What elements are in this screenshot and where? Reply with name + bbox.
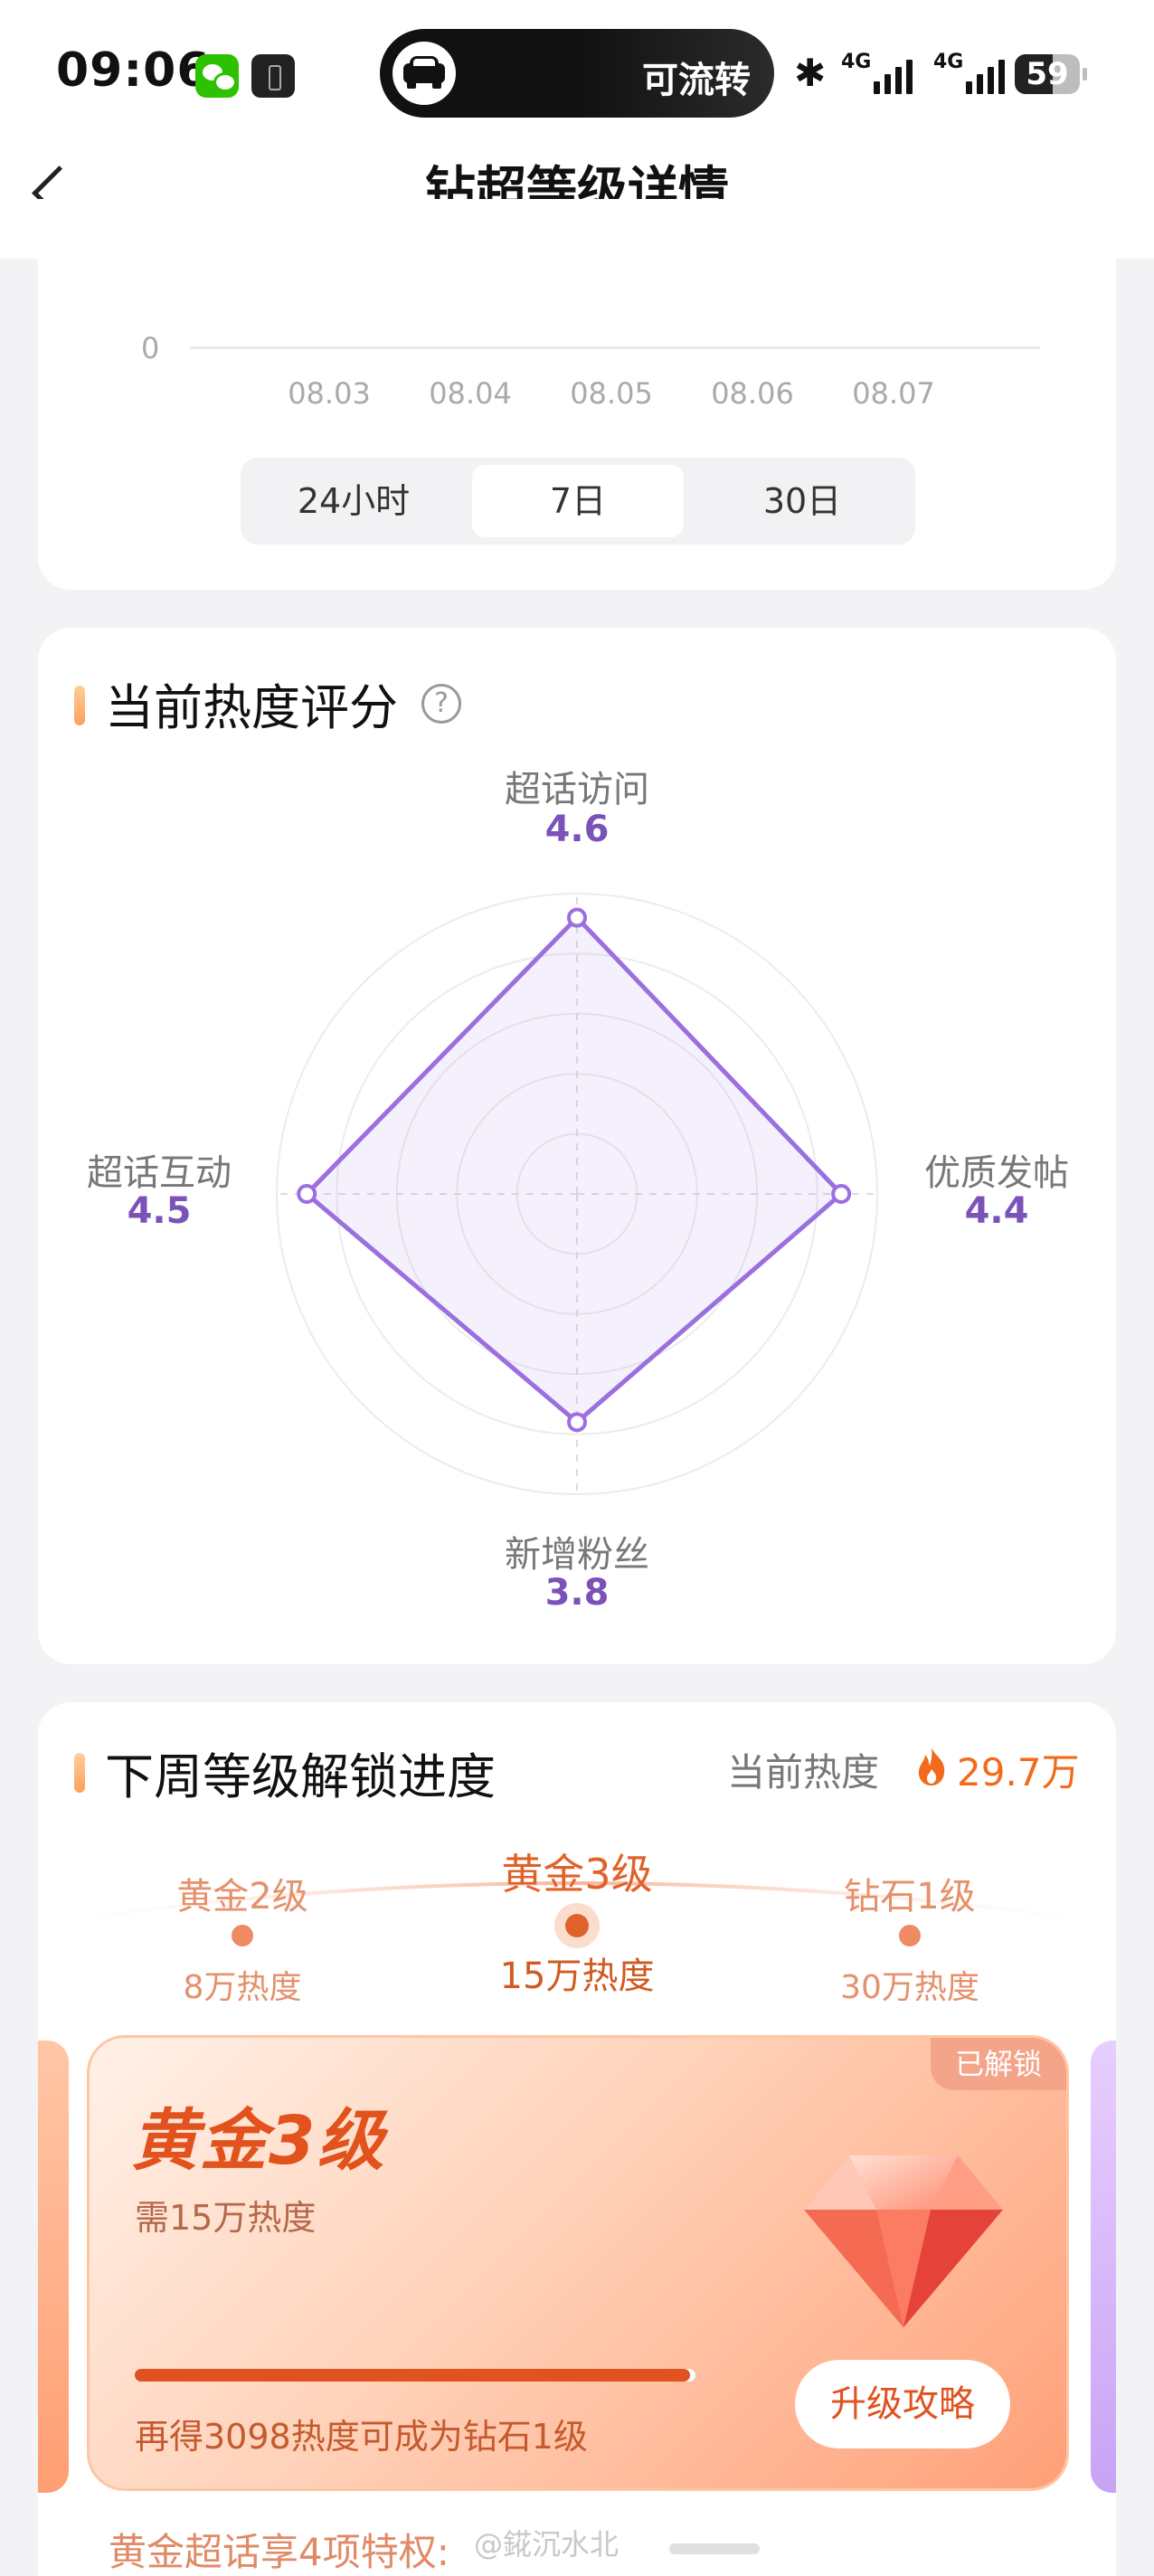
range-24h-tab[interactable]: 24小时 [250, 465, 458, 537]
level-requirement: 30万热度 [840, 1969, 979, 2006]
previous-level-card[interactable] [38, 2041, 69, 2493]
radar-value-label: 3.8 [544, 1572, 610, 1614]
x-tick: 08.03 [288, 376, 371, 411]
level-card-requirement: 需15万热度 [135, 2198, 317, 2238]
range-7d-tab[interactable]: 7日 [472, 465, 684, 537]
dynamic-island-pill[interactable]: 可流转 [380, 29, 774, 118]
help-icon[interactable]: ? [421, 684, 461, 724]
pill-label: 可流转 [642, 60, 751, 101]
radar-value-label: 4.4 [964, 1190, 1029, 1232]
section-marker [74, 686, 85, 725]
current-heat-label: 当前热度 [727, 1750, 880, 1795]
car-icon [393, 42, 456, 105]
flame-icon [918, 1747, 945, 1785]
radar-chart [276, 893, 878, 1495]
level-progress-hint: 再得3098热度可成为钻石1级 [135, 2417, 588, 2457]
x-tick: 08.05 [570, 376, 653, 411]
x-tick: 08.04 [429, 376, 512, 411]
next-level-card[interactable] [1091, 2041, 1116, 2493]
unlock-progress-title: 下周等级解锁进度 [105, 1748, 496, 1805]
clock: 09:06 [56, 43, 211, 98]
range-selector: 24小时 7日 30日 [241, 458, 915, 545]
x-tick: 08.07 [852, 376, 935, 411]
level-progress-fill [135, 2369, 690, 2382]
level-dot [899, 1925, 921, 1946]
radar-series-area [304, 915, 844, 1425]
radar-point [831, 1184, 852, 1204]
level-name: 黄金2级 [176, 1876, 308, 1918]
privilege-heading: 黄金超话享4项特权: [109, 2530, 449, 2574]
x-tick: 08.06 [711, 376, 794, 411]
radar-point [297, 1184, 317, 1204]
watermark-line [669, 2543, 760, 2554]
heat-score-title: 当前热度评分 [105, 679, 398, 736]
status-bar: 09:06 可流转 ✱ 4G 4G 59 [0, 0, 1154, 145]
battery-icon: 59 [1015, 54, 1087, 94]
heat-score-card: 当前热度评分 ? 超话访问 4.6 优质发帖 4.4 新增粉丝 3.8 超话互动… [38, 628, 1116, 1664]
radar-point [567, 1412, 587, 1433]
level-dot-current [554, 1903, 600, 1948]
app-icon [251, 54, 295, 98]
trend-chart-card: 0 08.03 08.04 08.05 08.06 08.07 24小时 7日 … [38, 199, 1116, 590]
bluetooth-icon: ✱ [794, 51, 827, 95]
range-30d-tab[interactable]: 30日 [698, 465, 906, 537]
y-axis-zero: 0 [141, 331, 160, 365]
unlocked-badge: 已解锁 [931, 2038, 1066, 2090]
level-card[interactable]: 已解锁 黄金3级 需15万热度 再得3098热度可成为钻石1级 升级攻略 [87, 2035, 1069, 2491]
radar-point [567, 907, 587, 928]
wechat-icon [195, 54, 239, 98]
radar-axis-label: 超话互动 [87, 1152, 232, 1194]
radar-value-label: 4.6 [544, 809, 610, 850]
radar-axis-label: 超话访问 [505, 769, 649, 810]
watermark: @錵沉水北 [474, 2527, 620, 2562]
level-card-title: 黄金3级 [131, 2102, 386, 2180]
signal-icon: 4G [841, 51, 928, 98]
level-requirement-current: 15万热度 [499, 1956, 655, 1997]
signal-icon: 4G [933, 51, 1020, 98]
current-heat-value: 29.7万 [957, 1750, 1080, 1795]
section-marker [74, 1753, 85, 1793]
level-progress-bar [135, 2369, 695, 2382]
diamond-icon [804, 2155, 1003, 2327]
x-axis-line [190, 346, 1040, 349]
radar-value-label: 4.5 [127, 1190, 192, 1232]
level-name-current: 黄金3级 [501, 1850, 653, 1899]
radar-axis-label: 新增粉丝 [505, 1534, 649, 1576]
level-requirement: 8万热度 [183, 1969, 302, 2006]
level-dot [232, 1925, 253, 1946]
level-name: 钻石1级 [844, 1876, 976, 1918]
radar-axis-label: 优质发帖 [924, 1152, 1069, 1194]
upgrade-guide-button[interactable]: 升级攻略 [795, 2360, 1010, 2448]
